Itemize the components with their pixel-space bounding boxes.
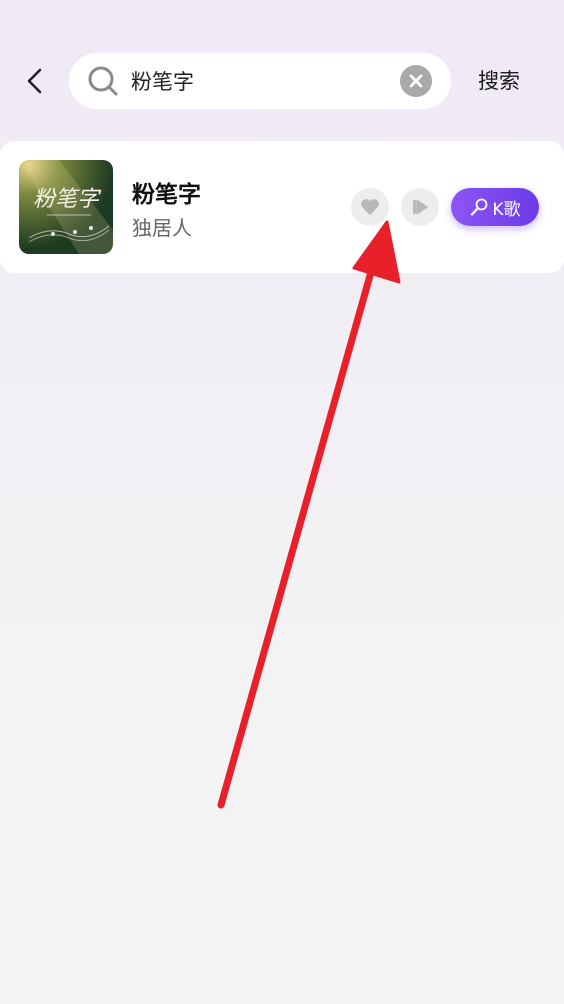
- album-cover[interactable]: 粉笔字: [19, 160, 113, 254]
- karaoke-button[interactable]: K歌: [451, 188, 539, 226]
- search-input[interactable]: [131, 53, 391, 109]
- heart-icon: [361, 199, 379, 215]
- chevron-left-icon: [27, 68, 42, 94]
- karaoke-label: K歌: [492, 199, 521, 220]
- play-icon: [413, 199, 428, 215]
- like-button[interactable]: [351, 188, 389, 226]
- song-result-item[interactable]: 粉笔字 粉笔字 独居人 K歌: [0, 141, 564, 273]
- clear-search-button[interactable]: [400, 65, 432, 97]
- close-icon: [409, 74, 423, 88]
- album-cover-title: 粉笔字: [33, 187, 102, 212]
- play-button[interactable]: [401, 188, 439, 226]
- back-button[interactable]: [20, 64, 50, 98]
- search-icon: [88, 66, 118, 96]
- search-button[interactable]: 搜索: [478, 64, 520, 98]
- microphone-icon: [469, 197, 489, 217]
- search-bar[interactable]: [69, 53, 451, 109]
- song-title: 粉笔字: [132, 182, 201, 208]
- song-artist: 独居人: [132, 216, 192, 240]
